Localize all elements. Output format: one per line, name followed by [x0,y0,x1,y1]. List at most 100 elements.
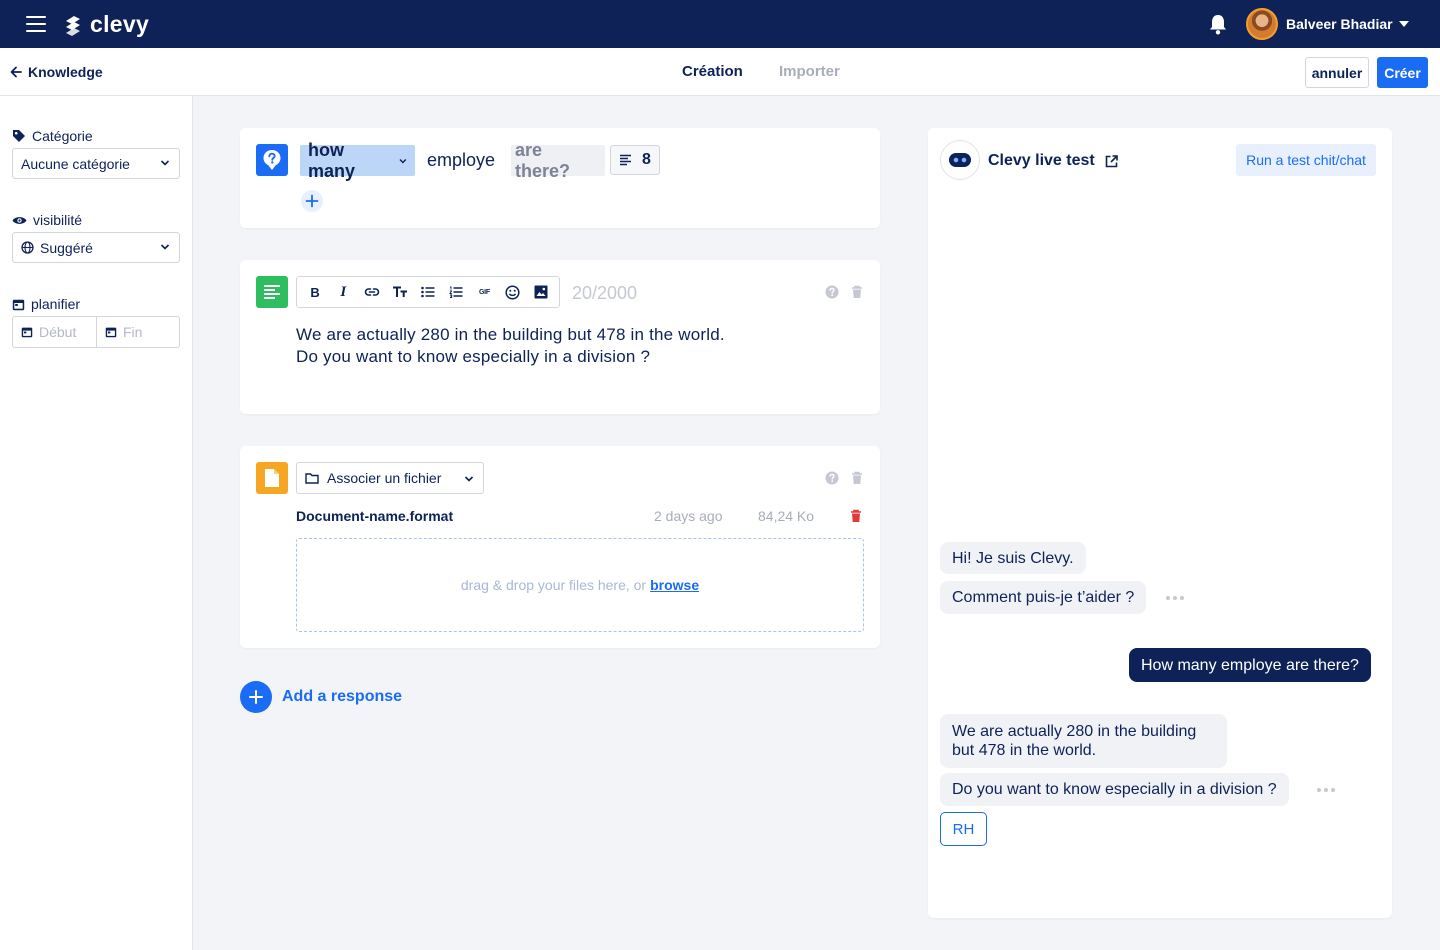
text-response-line-2: Do you want to know especially in a divi… [296,347,651,366]
tab-creation[interactable]: Création [682,63,743,80]
plus-circle-icon [240,681,272,713]
link-icon[interactable] [362,282,382,302]
browse-link[interactable]: browse [650,577,699,593]
gif-icon[interactable]: GIF [474,282,494,302]
globe-icon [21,241,34,254]
back-link-label: Knowledge [28,64,103,80]
end-date-field[interactable]: Fin [96,316,180,348]
text-response-line-1: We are actually 280 in the building but … [296,325,725,344]
bell-icon[interactable] [1208,13,1228,35]
calendar-icon [105,327,117,338]
text-icon [264,285,280,299]
quick-reply-button[interactable]: RH [940,812,987,846]
question-card: how many employe are there? 8 [240,128,880,228]
attached-file-name[interactable]: Document-name.format [296,508,453,524]
delete-file-trash-icon[interactable] [849,509,863,523]
category-select[interactable]: Aucune catégorie [12,148,180,179]
chevron-down-icon [160,160,170,166]
live-test-title: Clevy live test [988,152,1095,169]
question-word[interactable]: employe [427,145,495,176]
character-counter: 20/2000 [572,283,638,303]
question-icon [263,150,281,170]
bold-icon[interactable]: B [305,282,325,302]
end-date-placeholder: Fin [123,324,143,340]
trash-icon[interactable] [850,285,864,299]
clevy-logo[interactable]: clevy [62,11,149,38]
text-response-content[interactable]: We are actually 280 in the building but … [296,324,856,368]
numbered-list-icon[interactable] [446,282,466,302]
text-size-icon[interactable] [390,282,410,302]
user-name[interactable]: Balveer Bhadiar [1286,16,1393,32]
visibility-select-value: Suggéré [40,239,93,256]
arrow-left-icon [10,66,22,78]
calendar-icon [21,327,33,338]
add-variant-button[interactable] [301,190,323,212]
user-message: How many employe are there? [1129,648,1371,682]
sub-header: Knowledge Création Importer annuler Crée… [0,48,1440,96]
visibility-select[interactable]: Suggéré [12,232,180,263]
category-label: Catégorie [32,128,93,144]
file-dropzone[interactable]: drag & drop your files here, or browse [296,538,864,632]
menu-icon[interactable] [26,16,46,32]
bullet-list-icon[interactable] [418,282,438,302]
user-menu-caret-icon[interactable] [1399,21,1409,27]
start-date-field[interactable]: Début [12,316,97,348]
schedule-label: planifier [31,296,81,312]
plus-icon [305,194,319,208]
run-test-chat-button[interactable]: Run a test chit/chat [1236,144,1376,176]
question-type-tile [256,144,288,176]
question-variants-count[interactable]: 8 [610,145,660,175]
external-link-icon[interactable] [1105,154,1118,168]
chevron-down-icon [160,244,170,250]
attach-file-label: Associer un fichier [327,470,442,486]
attached-file-size: 84,24 Ko [758,508,815,524]
bot-message: Do you want to know especially in a divi… [940,773,1289,806]
help-icon[interactable] [825,471,839,485]
message-options-icon[interactable] [1317,788,1335,792]
schedule-label-row: planifier [12,296,80,312]
italic-icon[interactable]: I [333,282,353,302]
keyword-chip-how-many[interactable]: how many [300,140,415,181]
dropzone-text: drag & drop your files here, or [460,577,647,593]
text-type-tile [256,276,288,308]
category-select-value: Aucune catégorie [21,155,130,172]
logo-text: clevy [90,11,150,37]
text-response-card: B I GIF 20/2000 We are actually 280 in t… [240,260,880,414]
attach-file-select[interactable]: Associer un fichier [296,462,484,494]
start-date-placeholder: Début [39,324,77,340]
image-icon[interactable] [531,282,551,302]
visibility-label: visibilité [33,212,83,228]
text-formatting-toolbar: B I GIF [296,276,560,308]
live-test-panel: Clevy live test Run a test chit/chat Hi!… [928,128,1392,918]
create-button[interactable]: Créer [1377,57,1428,88]
chevron-down-icon [399,158,407,163]
bot-message: Hi! Je suis Clevy. [940,542,1086,574]
live-test-title-row: Clevy live test [988,152,1118,170]
message-options-icon[interactable] [1166,596,1184,600]
folder-icon [305,473,319,484]
top-navigation-bar: clevy Balveer Bhadiar [0,0,1440,48]
robot-icon [940,140,980,180]
file-icon [265,469,279,487]
calendar-icon [12,299,25,310]
add-response-button[interactable]: Add a response [240,681,402,713]
emoji-icon[interactable] [503,282,523,302]
category-label-row: Catégorie [12,128,93,144]
tag-icon [13,130,25,142]
cancel-button[interactable]: annuler [1305,57,1369,88]
chevron-down-icon [464,476,474,482]
bot-message: Comment puis-je t’aider ? [940,581,1147,614]
tab-importer[interactable]: Importer [779,63,840,80]
eye-icon [12,216,27,224]
lines-icon [620,154,631,166]
add-response-label: Add a response [282,688,403,705]
clevy-logo-mark-icon [66,15,80,36]
bot-message: We are actually 280 in the building but … [940,714,1227,768]
help-icon[interactable] [825,285,839,299]
settings-sidebar: Catégorie Aucune catégorie visibilité Su… [0,96,193,950]
back-to-knowledge-link[interactable]: Knowledge [10,64,103,80]
trash-icon[interactable] [850,471,864,485]
user-avatar[interactable] [1246,8,1278,40]
keyword-chip-label: how many [308,139,356,181]
question-phrase-chip[interactable]: are there? [511,140,605,181]
